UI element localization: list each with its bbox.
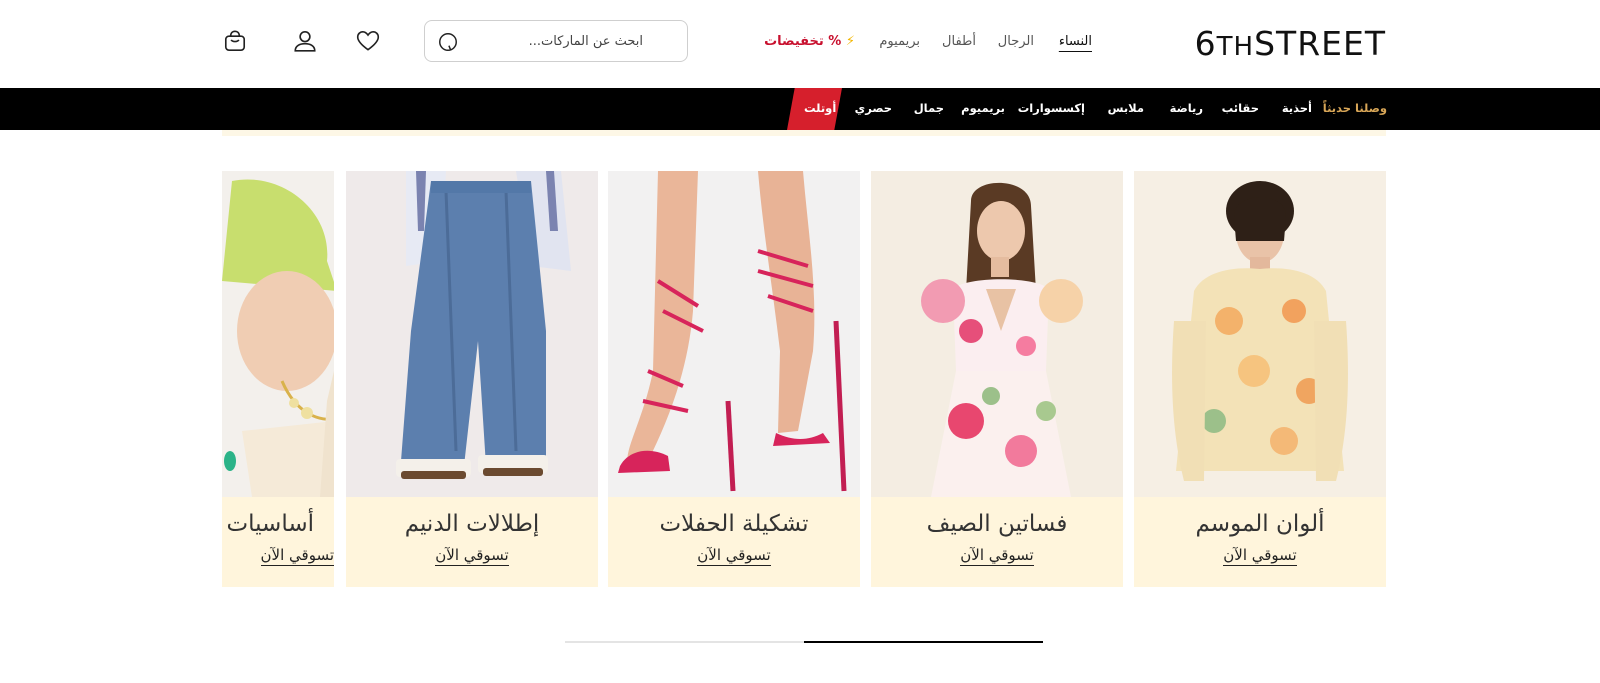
shop-now-label: تسوقي الآن: [260, 546, 334, 566]
collection-card[interactable]: فساتين الصيف تسوقي الآن: [871, 171, 1123, 587]
cat-new-arrivals[interactable]: وصلنا حديثاً: [1323, 101, 1387, 115]
cat-exclusive[interactable]: حصري: [855, 101, 892, 115]
search-input[interactable]: [443, 21, 643, 61]
collection-carousel[interactable]: ألوان الموسم تسوقي الآن فساتين الصيف تسو…: [222, 171, 1386, 587]
category-bar: وصلنا حديثاً أحذية حقائب رياضة ملابس إكس…: [0, 88, 1600, 130]
card-title: أساسيات: [226, 511, 314, 537]
search-icon[interactable]: [437, 31, 459, 53]
site-logo[interactable]: 6THSTREET: [1195, 24, 1386, 63]
logo-digit: 6: [1194, 24, 1217, 63]
cat-outlet-label: أوتلت: [804, 101, 837, 115]
shop-now-link[interactable]: تسوقي الآن: [346, 546, 598, 566]
carousel-progress-track[interactable]: [565, 641, 1043, 643]
logo-word: STREET: [1254, 24, 1386, 63]
card-image-party-heels[interactable]: [608, 171, 860, 497]
card-title: ألوان الموسم: [1195, 511, 1325, 537]
collection-card[interactable]: إطلالات الدنيم تسوقي الآن: [346, 171, 598, 587]
promo-banner-strip: [222, 130, 1386, 136]
cat-accessories[interactable]: إكسسوارات: [1018, 101, 1085, 115]
nav-sale-link[interactable]: تخفيضات % ⚡: [764, 34, 855, 49]
shop-now-label: تسوقي الآن: [435, 546, 509, 566]
cat-sports[interactable]: رياضة: [1170, 101, 1203, 115]
card-image-bucket-hat[interactable]: [222, 171, 334, 497]
shop-now-link[interactable]: تسوقي الآن: [1134, 546, 1386, 566]
search-box[interactable]: [424, 20, 688, 62]
cat-bags[interactable]: حقائب: [1222, 101, 1259, 115]
site-header: 6THSTREET النساء الرجال أطفال بريميوم تخ…: [0, 0, 1600, 88]
shop-now-link[interactable]: تسوقي الآن: [871, 546, 1123, 566]
shopping-bag-icon[interactable]: [222, 28, 248, 54]
shop-now-label: تسوقي الآن: [1223, 546, 1297, 566]
cat-beauty[interactable]: جمال: [914, 101, 944, 115]
card-image-floral-dress[interactable]: [871, 171, 1123, 497]
cat-outlet[interactable]: أوتلت: [787, 88, 842, 130]
account-user-icon[interactable]: [292, 28, 318, 54]
shop-now-link[interactable]: تسوقي الآن: [222, 546, 334, 566]
nav-men-link[interactable]: الرجال: [998, 34, 1034, 49]
cat-premium[interactable]: بريميوم: [961, 101, 1005, 115]
wishlist-heart-icon[interactable]: [355, 28, 381, 54]
card-title: تشكيلة الحفلات: [659, 511, 809, 537]
collection-card[interactable]: تشكيلة الحفلات تسوقي الآن: [608, 171, 860, 587]
shop-now-label: تسوقي الآن: [697, 546, 771, 566]
card-title: فساتين الصيف: [926, 511, 1068, 537]
card-image-printed-shirt[interactable]: [1134, 171, 1386, 497]
card-title: إطلالات الدنيم: [404, 511, 540, 537]
cat-clothing[interactable]: ملابس: [1108, 101, 1144, 115]
lightning-icon: ⚡: [845, 34, 855, 49]
nav-premium-link[interactable]: بريميوم: [879, 34, 920, 49]
sale-label: تخفيضات %: [764, 34, 842, 49]
card-image-denim-jeans[interactable]: [346, 171, 598, 497]
collection-card[interactable]: ألوان الموسم تسوقي الآن: [1134, 171, 1386, 587]
cat-shoes[interactable]: أحذية: [1282, 101, 1312, 115]
carousel-progress-indicator: [804, 641, 1043, 643]
collection-card[interactable]: أساسيات تسوقي الآن: [222, 171, 334, 587]
nav-kids-link[interactable]: أطفال: [942, 34, 976, 49]
logo-suffix: TH: [1216, 32, 1255, 62]
shop-now-link[interactable]: تسوقي الآن: [608, 546, 860, 566]
nav-women-link[interactable]: النساء: [1059, 34, 1092, 49]
shop-now-label: تسوقي الآن: [960, 546, 1034, 566]
